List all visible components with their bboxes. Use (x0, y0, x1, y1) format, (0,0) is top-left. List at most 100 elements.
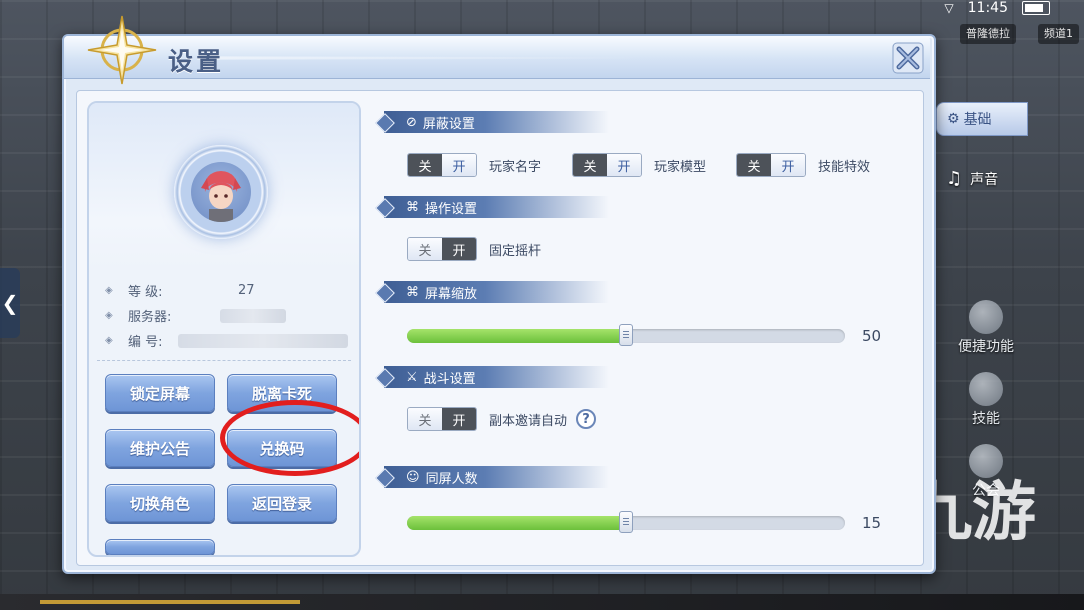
title-decoration (214, 56, 644, 60)
level-label: 等 级: (128, 285, 163, 300)
toggle-off-option[interactable]: 关 (408, 408, 442, 430)
bullet-icon: ◈ (105, 285, 113, 296)
level-row: ◈ 等 级: 27 (105, 281, 255, 300)
toggle-on-option[interactable]: 开 (442, 154, 476, 176)
toggle-off-option[interactable]: 关 (408, 238, 442, 260)
side-menu-quick-functions[interactable]: 便捷功能 (946, 300, 1026, 356)
wifi-icon: ▽ (944, 1, 954, 15)
map-location-tab[interactable]: 普隆德拉 (960, 24, 1016, 44)
zoom-value: 50 (862, 327, 882, 345)
section-header-shield: ⊘ 屏蔽设置 (375, 111, 609, 133)
highlight-annotation-circle (220, 400, 359, 476)
people-icon: ☺ (406, 469, 420, 485)
diamond-marker-icon (375, 283, 395, 303)
lock-screen-button[interactable]: 锁定屏幕 (105, 374, 215, 412)
dungeon-invite-label: 副本邀请自动 (489, 414, 568, 429)
id-label: 编 号: (128, 335, 163, 350)
switch-character-button[interactable]: 切换角色 (105, 484, 215, 522)
tab-sound-label: 声音 (970, 171, 999, 188)
section-header-zoom: ⌘ 屏幕缩放 (375, 281, 609, 303)
back-to-login-button[interactable]: 返回登录 (227, 484, 337, 522)
avatar-frame (174, 145, 268, 239)
player-name-label: 玩家名字 (489, 160, 542, 175)
toggle-off-option[interactable]: 关 (737, 154, 771, 176)
section-title: 战斗设置 (423, 371, 476, 387)
toggle-skill-effect[interactable]: 关 开 (736, 153, 806, 177)
sword-icon: ⚔ (406, 369, 418, 385)
status-bar: ▽ 11:45 (944, 0, 1050, 16)
server-row: ◈ 服务器: (105, 306, 286, 325)
quick-functions-icon (969, 300, 1003, 334)
chevron-left-icon: ❮ (1, 291, 19, 315)
slider-fill (407, 516, 626, 530)
fixed-joystick-label: 固定摇杆 (489, 244, 542, 259)
bullet-icon: ◈ (105, 310, 113, 321)
toggle-player-name[interactable]: 关 开 (407, 153, 477, 177)
compass-star-icon (87, 15, 157, 85)
toggle-off-option[interactable]: 关 (408, 154, 442, 176)
diamond-marker-icon (375, 368, 395, 388)
toggle-off-option[interactable]: 关 (573, 154, 607, 176)
more-button-partial[interactable] (105, 539, 215, 555)
server-value-redacted (220, 308, 286, 323)
toggle-on-option[interactable]: 开 (771, 154, 805, 176)
diamond-marker-icon (375, 113, 395, 133)
maintenance-notice-button[interactable]: 维护公告 (105, 429, 215, 467)
experience-fill (40, 600, 300, 604)
diamond-marker-icon (375, 468, 395, 488)
section-title: 屏幕缩放 (425, 286, 478, 302)
side-menu-skills[interactable]: 技能 (946, 372, 1026, 428)
gamepad-icon: ⌘ (406, 284, 419, 300)
server-label: 服务器: (128, 310, 172, 325)
channel-tab[interactable]: 频道1 (1038, 24, 1079, 44)
zoom-slider[interactable] (407, 324, 845, 346)
id-value-redacted (178, 333, 348, 348)
id-row: ◈ 编 号: (105, 331, 348, 350)
tab-sound[interactable]: ♫ 声音 (946, 168, 998, 189)
profile-card: ◈ 等 级: 27 ◈ 服务器: ◈ 编 号: 锁定屏幕 脱离卡死 维护公告 兑… (87, 101, 361, 557)
skill-effect-label: 技能特效 (818, 160, 871, 175)
close-icon[interactable] (892, 42, 924, 74)
character-portrait (201, 171, 241, 222)
gear-icon: ⚙ (947, 111, 960, 127)
skills-icon (969, 372, 1003, 406)
toggle-on-option[interactable]: 开 (607, 154, 641, 176)
battery-icon (1022, 1, 1050, 15)
toggle-player-model[interactable]: 关 开 (572, 153, 642, 177)
gamepad-icon: ⌘ (406, 199, 419, 215)
same-screen-value: 15 (862, 514, 882, 532)
side-menu-label: 便捷功能 (958, 339, 1014, 355)
section-header-battle: ⚔ 战斗设置 (375, 366, 609, 388)
expand-left-panel-button[interactable]: ❮ (0, 268, 20, 338)
tab-basic[interactable]: ⚙ 基础 (936, 102, 1028, 136)
bullet-icon: ◈ (105, 335, 113, 346)
profile-divider (97, 360, 351, 361)
section-header-operation: ⌘ 操作设置 (375, 196, 609, 218)
settings-dialog: 设置 ◈ 等 级: 27 ◈ 服务器: ◈ 编 号: 锁定屏幕 脱离卡死 维护公… (62, 15, 936, 574)
clock: 11:45 (967, 0, 1008, 16)
same-screen-slider[interactable] (407, 511, 845, 533)
ban-icon: ⊘ (406, 114, 417, 130)
level-value: 27 (238, 283, 255, 298)
side-menu-label: 技能 (972, 411, 1000, 427)
slider-fill (407, 329, 626, 343)
experience-bar (0, 594, 1084, 610)
tab-basic-label: 基础 (963, 112, 992, 128)
slider-handle[interactable] (619, 511, 633, 533)
settings-content: ◈ 等 级: 27 ◈ 服务器: ◈ 编 号: 锁定屏幕 脱离卡死 维护公告 兑… (76, 90, 924, 566)
toggle-on-option[interactable]: 开 (442, 238, 476, 260)
diamond-marker-icon (375, 198, 395, 218)
section-title: 屏蔽设置 (422, 116, 475, 132)
dialog-title: 设置 (168, 47, 225, 76)
slider-handle[interactable] (619, 324, 633, 346)
toggle-on-option[interactable]: 开 (442, 408, 476, 430)
avatar (191, 162, 251, 222)
section-header-same-screen: ☺ 同屏人数 (375, 466, 609, 488)
music-note-icon: ♫ (946, 168, 963, 189)
section-title: 同屏人数 (425, 471, 478, 487)
help-icon[interactable]: ? (576, 409, 596, 429)
dialog-title-bar: 设置 (64, 15, 930, 85)
toggle-fixed-joystick[interactable]: 关 开 (407, 237, 477, 261)
player-model-label: 玩家模型 (654, 160, 707, 175)
toggle-dungeon-invite[interactable]: 关 开 (407, 407, 477, 431)
